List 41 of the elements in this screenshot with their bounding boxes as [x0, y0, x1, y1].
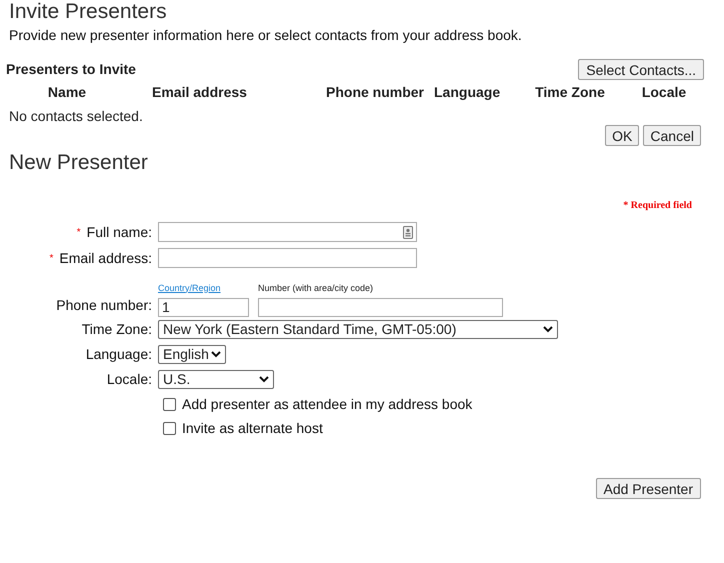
input-field[interactable] — [158, 248, 417, 268]
column-header: Locale — [640, 83, 688, 102]
intro-text: Provide new presenter information here or select contacts from your address book. — [8, 26, 523, 44]
page-title: Invite Presenters — [8, 0, 168, 24]
checkbox[interactable] — [163, 422, 176, 434]
chevron-down-icon — [259, 376, 269, 383]
field-label: Language: — [86, 345, 152, 364]
dropdown[interactable]: New York (Eastern Standard Time, GMT-05:00) — [158, 320, 558, 339]
select-contacts-button[interactable]: Select Contacts... — [578, 59, 704, 80]
required-mark: * — [76, 226, 81, 240]
field-label: Email address: — [59, 248, 152, 268]
dropdown[interactable]: U.S. — [158, 370, 274, 389]
dialog-button[interactable]: Cancel — [643, 125, 701, 146]
column-header: Name — [46, 83, 88, 102]
field-label: Phone number: — [56, 296, 152, 315]
dropdown[interactable]: English — [158, 345, 226, 364]
input-field[interactable]: 1 — [158, 298, 249, 317]
required-mark: * — [50, 252, 54, 266]
dialog-button[interactable]: OK — [605, 125, 640, 146]
chevron-down-icon — [543, 326, 553, 333]
field-label: Full name: — [86, 222, 152, 242]
country-region-link[interactable]: Country/Region — [158, 282, 249, 295]
contact-card-icon[interactable] — [403, 226, 413, 238]
checkbox[interactable] — [163, 398, 176, 410]
column-header: Language — [434, 83, 502, 102]
add-presenter-button[interactable]: Add Presenter — [596, 478, 701, 499]
column-header: Phone number — [326, 83, 426, 102]
empty-message: No contacts selected. — [8, 107, 144, 126]
input-field[interactable] — [158, 222, 417, 242]
section-heading: Presenters to Invite — [6, 60, 136, 79]
input-field[interactable] — [258, 298, 503, 317]
column-header: Email address — [151, 83, 248, 102]
required-note: * Required field — [622, 199, 693, 213]
chevron-down-icon — [211, 351, 221, 358]
column-header: Time Zone — [534, 83, 606, 102]
section-title: New Presenter — [8, 150, 149, 176]
field-hint: Number (with area/city code) — [258, 282, 374, 295]
field-label: Time Zone: — [82, 320, 152, 339]
field-label: Locale: — [106, 370, 152, 389]
checkbox-label: Add presenter as attendee in my address book — [182, 394, 472, 414]
checkbox-label: Invite as alternate host — [182, 418, 323, 438]
